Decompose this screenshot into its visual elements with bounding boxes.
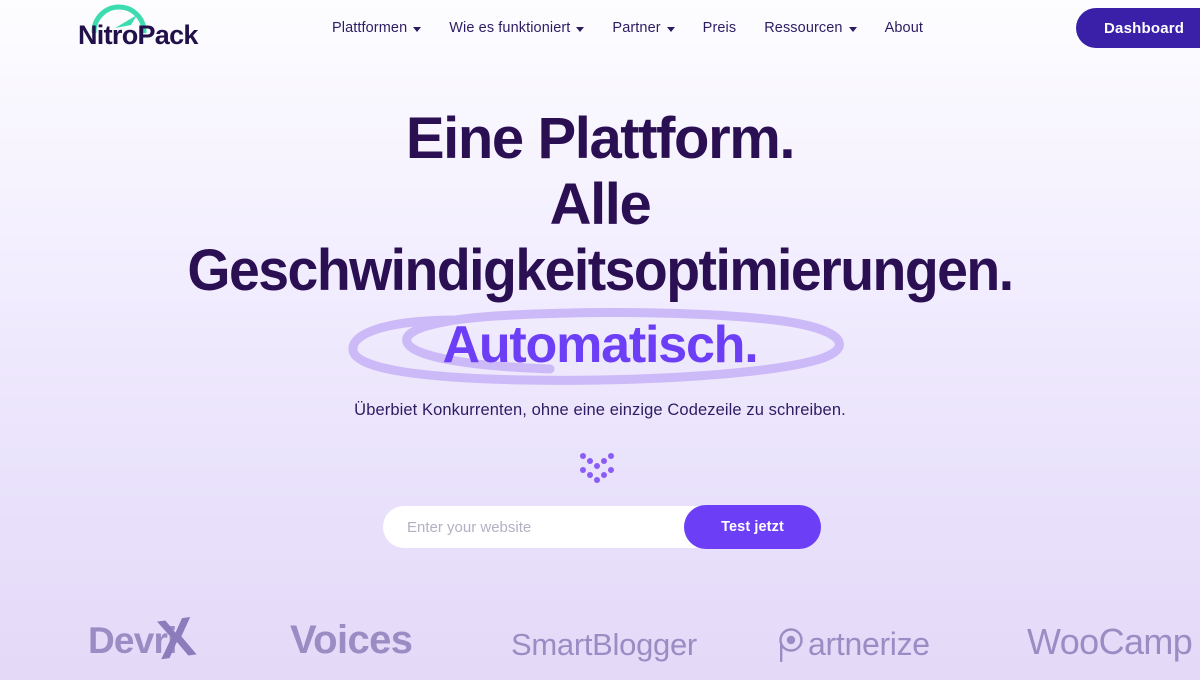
nav-label: Plattformen bbox=[332, 19, 408, 36]
website-test-form: Test jetzt bbox=[383, 505, 821, 549]
headline-line-3: Geschwindigkeitsoptimierungen. bbox=[187, 238, 1014, 303]
headline-highlight-line: Automatisch. bbox=[0, 308, 1200, 385]
page-title: Eine Plattform. Alle Geschwindigkeitsopt… bbox=[0, 106, 1200, 385]
nav-item-ressourcen[interactable]: Ressourcen bbox=[750, 0, 870, 56]
nav-item-preis[interactable]: Preis bbox=[689, 0, 751, 56]
chevron-down-icon bbox=[666, 26, 675, 32]
nav-item-plattformen[interactable]: Plattformen bbox=[318, 0, 435, 56]
chevron-down-icon bbox=[576, 26, 585, 32]
logo-voices: Voices bbox=[290, 618, 413, 662]
hero-section: Eine Plattform. Alle Geschwindigkeitsopt… bbox=[0, 56, 1200, 549]
logo-partnerize-p-mark bbox=[779, 628, 803, 662]
logo-text: NitroPack bbox=[78, 20, 198, 50]
logo-partnerize: artnerize bbox=[808, 626, 930, 662]
logo-devrix-x-mark: X bbox=[153, 604, 199, 672]
logo-woocamp: WooCamp bbox=[1027, 621, 1193, 662]
dashboard-button[interactable]: Dashboard bbox=[1076, 8, 1200, 48]
nav-label: Preis bbox=[702, 19, 737, 36]
nav-item-about[interactable]: About bbox=[871, 0, 937, 56]
nav-label: Ressourcen bbox=[764, 19, 843, 36]
nav-label: Wie es funktioniert bbox=[449, 19, 571, 36]
chevron-down-icon bbox=[848, 26, 857, 32]
chevron-down-icon bbox=[413, 26, 422, 32]
headline-highlight: Automatisch. bbox=[442, 316, 759, 374]
nav-label: Partner bbox=[612, 19, 661, 36]
headline-line-2: Alle bbox=[549, 172, 652, 237]
nav-item-wie-es-funktioniert[interactable]: Wie es funktioniert bbox=[435, 0, 598, 56]
headline-line-1: Eine Plattform. bbox=[405, 106, 796, 171]
test-now-button[interactable]: Test jetzt bbox=[684, 505, 821, 549]
logo-smartblogger: SmartBlogger bbox=[511, 627, 697, 662]
logo-nitropack[interactable]: NitroPack bbox=[78, 2, 208, 50]
scroll-hint-icon bbox=[576, 450, 624, 490]
hero-subtitle: Überbiet Konkurrenten, ohne eine einzige… bbox=[354, 401, 846, 419]
site-header: NitroPack Plattformen Wie es funktionier… bbox=[0, 0, 1200, 56]
main-navigation: Plattformen Wie es funktioniert Partner … bbox=[318, 0, 937, 56]
nav-label: About bbox=[884, 19, 923, 36]
nav-item-partner[interactable]: Partner bbox=[598, 0, 688, 56]
customer-logo-strip: Devri X Voices SmartBlogger artnerize Wo… bbox=[0, 594, 1200, 680]
